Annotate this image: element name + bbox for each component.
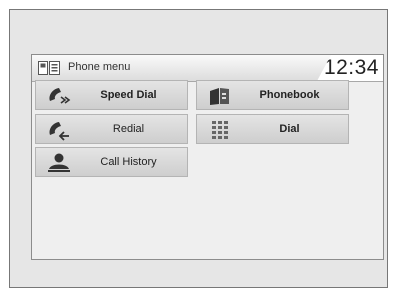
dial-button[interactable]: Dial [196, 114, 349, 144]
page-title: Phone menu [68, 61, 131, 73]
header-bar: Phone menu 12:34 [32, 55, 383, 82]
redial-handset-icon [46, 119, 72, 141]
redial-label: Redial [112, 123, 145, 135]
phonebook-button[interactable]: Phonebook [196, 80, 349, 110]
clock-tab: 12:34 [317, 55, 383, 81]
phonebook-icon [207, 85, 233, 107]
speed-dial-label: Speed Dial [100, 89, 157, 101]
phone-menu-icon [38, 61, 60, 75]
speed-dial-button[interactable]: Speed Dial [35, 80, 188, 110]
redial-button[interactable]: Redial [35, 114, 188, 144]
dial-keypad-icon [207, 119, 233, 141]
display-frame: Phone menu 12:34 Speed Dial Redial Call … [9, 9, 388, 288]
call-history-person-icon [46, 152, 72, 174]
clock: 12:34 [323, 56, 379, 79]
call-history-button[interactable]: Call History [35, 147, 188, 177]
dial-label: Dial [279, 123, 300, 135]
call-history-label: Call History [100, 156, 157, 168]
speed-dial-handset-icon [46, 85, 72, 107]
phonebook-label: Phonebook [259, 89, 320, 101]
